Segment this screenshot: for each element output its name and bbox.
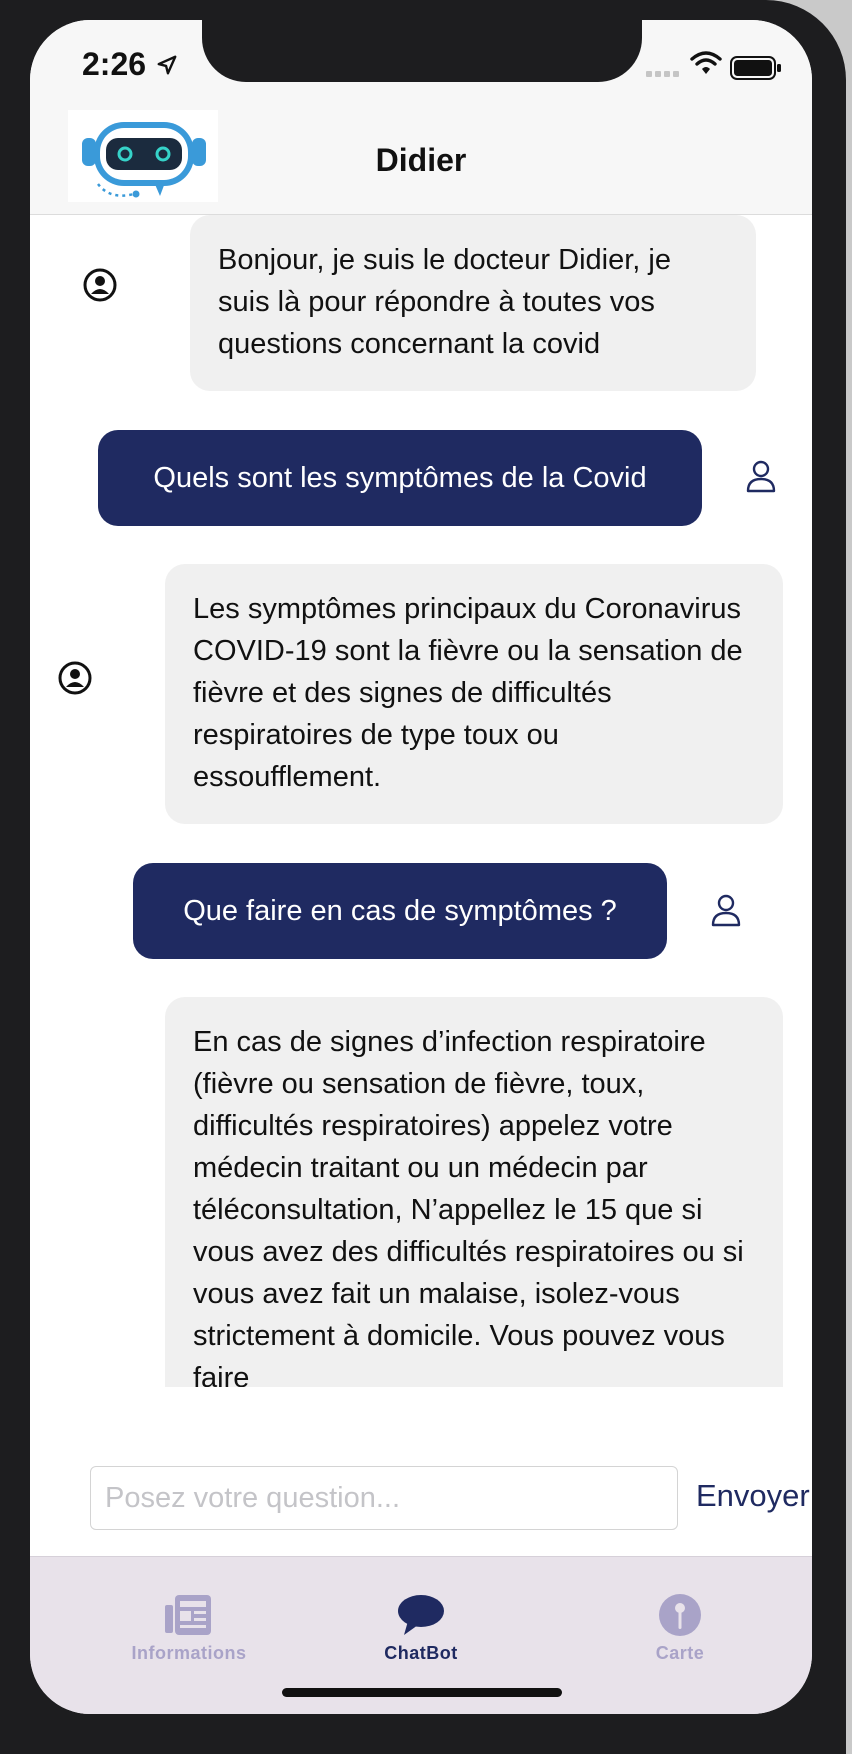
tab-informations[interactable]: Informations — [99, 1593, 279, 1664]
tab-chatbot[interactable]: ChatBot — [331, 1593, 511, 1664]
battery-icon — [730, 56, 781, 80]
user-message: Que faire en cas de symptômes ? — [133, 863, 667, 959]
chat-bubble-icon — [398, 1595, 444, 1635]
tab-carte[interactable]: Carte — [590, 1593, 770, 1664]
tab-label: ChatBot — [384, 1643, 458, 1663]
user-avatar-icon — [746, 460, 776, 493]
location-arrow-icon — [157, 55, 177, 75]
bot-message: En cas de signes d’infection respiratoir… — [165, 997, 783, 1387]
cellular-signal-icon — [646, 71, 679, 77]
status-time: 2:26 — [82, 46, 147, 82]
user-avatar-icon — [711, 894, 741, 927]
tab-label: Informations — [131, 1643, 247, 1663]
bot-avatar-icon — [83, 268, 117, 302]
send-button[interactable]: Envoyer — [696, 1478, 810, 1514]
bot-message: Bonjour, je suis le docteur Didier, je s… — [190, 215, 756, 391]
bot-message: Les symptômes principaux du Coronavirus … — [165, 564, 783, 824]
status-bar: 2:26 — [30, 20, 812, 110]
user-message: Quels sont les symptômes de la Covid — [98, 430, 702, 526]
home-indicator — [282, 1688, 562, 1697]
question-input[interactable] — [90, 1466, 678, 1530]
tab-label: Carte — [655, 1643, 705, 1663]
newspaper-icon — [165, 1595, 211, 1635]
wifi-icon — [690, 51, 722, 74]
device-notch — [202, 20, 642, 82]
page-title: Didier — [375, 142, 467, 178]
app-screen: 2:26 Didier Bonjour, je suis le docteur … — [30, 20, 812, 1714]
map-pin-icon — [659, 1594, 701, 1636]
chat-header: Didier — [30, 110, 812, 215]
chat-messages[interactable]: Bonjour, je suis le docteur Didier, je s… — [30, 215, 812, 1387]
bot-avatar-icon — [58, 661, 92, 695]
